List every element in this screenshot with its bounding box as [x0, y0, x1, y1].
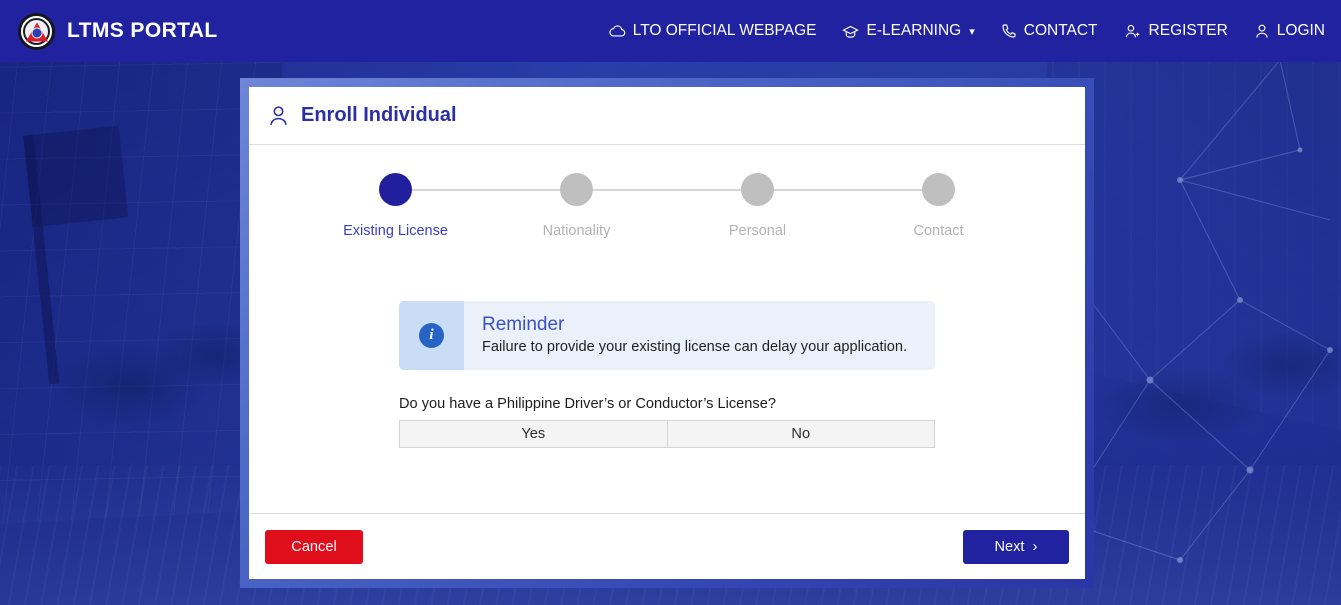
step-dot [379, 173, 412, 206]
nav-item-e-learning[interactable]: E-LEARNING ▾ [842, 22, 975, 40]
card-header: Enroll Individual [249, 87, 1085, 145]
brand-title: LTMS PORTAL [67, 19, 218, 42]
step-connector [757, 189, 939, 191]
graduation-cap-icon [842, 24, 860, 39]
nav-item-register[interactable]: REGISTER [1124, 22, 1228, 40]
nav-label: REGISTER [1148, 22, 1228, 39]
cloud-icon [609, 24, 626, 38]
stepper: Existing License Nationality Personal Co… [305, 173, 1029, 239]
alert-message: Failure to provide your existing license… [482, 339, 908, 355]
page-root: LTMS PORTAL LTO OFFICIAL WEBPAGE E-LEARN… [0, 0, 1341, 605]
alert-icon-column: i [399, 301, 464, 370]
option-yes-button[interactable]: Yes [399, 420, 668, 448]
chevron-right-icon: › [1032, 538, 1038, 555]
step-label: Existing License [343, 223, 448, 239]
step-connector [395, 189, 577, 191]
chevron-down-icon: ▾ [969, 25, 975, 38]
step-dot [741, 173, 774, 206]
enroll-card-frame: Enroll Individual Existing License Natio… [240, 78, 1094, 588]
enroll-card: Enroll Individual Existing License Natio… [249, 87, 1085, 579]
main-nav: LTO OFFICIAL WEBPAGE E-LEARNING ▾ CONTAC… [609, 22, 1325, 40]
step-dot [922, 173, 955, 206]
phone-icon [1001, 23, 1017, 39]
question-label: Do you have a Philippine Driver’s or Con… [399, 396, 776, 412]
step-contact[interactable]: Contact [848, 173, 1029, 239]
nav-item-lto-official-webpage[interactable]: LTO OFFICIAL WEBPAGE [609, 22, 817, 40]
next-button-label: Next [994, 538, 1025, 555]
brand[interactable]: LTMS PORTAL [18, 12, 218, 50]
info-circle-icon: i [419, 323, 444, 348]
user-plus-icon [1124, 23, 1142, 39]
nav-label: LTO OFFICIAL WEBPAGE [632, 22, 817, 39]
page-title: Enroll Individual [301, 104, 457, 126]
cancel-button[interactable]: Cancel [265, 529, 363, 564]
nav-label: CONTACT [1023, 22, 1098, 39]
card-body: Existing License Nationality Personal Co… [249, 145, 1085, 513]
option-no-button[interactable]: No [667, 420, 935, 448]
nav-label: E-LEARNING [866, 22, 962, 39]
card-footer: Cancel Next › [249, 513, 1085, 579]
nav-label: LOGIN [1276, 22, 1325, 39]
step-nationality[interactable]: Nationality [486, 173, 758, 239]
user-icon [1254, 23, 1270, 39]
lto-seal-logo-icon [18, 12, 55, 50]
user-icon [267, 104, 290, 127]
nav-item-contact[interactable]: CONTACT [1001, 22, 1098, 40]
next-button[interactable]: Next › [963, 529, 1069, 564]
step-label: Nationality [542, 223, 611, 239]
step-existing-license[interactable]: Existing License [305, 173, 577, 239]
step-personal[interactable]: Personal [667, 173, 939, 239]
step-label: Contact [913, 223, 964, 239]
nav-item-login[interactable]: LOGIN [1254, 22, 1325, 40]
top-navigation-bar: LTMS PORTAL LTO OFFICIAL WEBPAGE E-LEARN… [0, 0, 1341, 62]
license-question-group: Do you have a Philippine Driver’s or Con… [399, 396, 935, 448]
alert-body: Reminder Failure to provide your existin… [464, 301, 923, 370]
step-connector [576, 189, 758, 191]
yes-no-toggle: Yes No [399, 420, 935, 448]
step-dot [560, 173, 593, 206]
alert-title: Reminder [482, 314, 565, 335]
step-label: Personal [728, 223, 787, 239]
reminder-alert: i Reminder Failure to provide your exist… [399, 301, 935, 370]
